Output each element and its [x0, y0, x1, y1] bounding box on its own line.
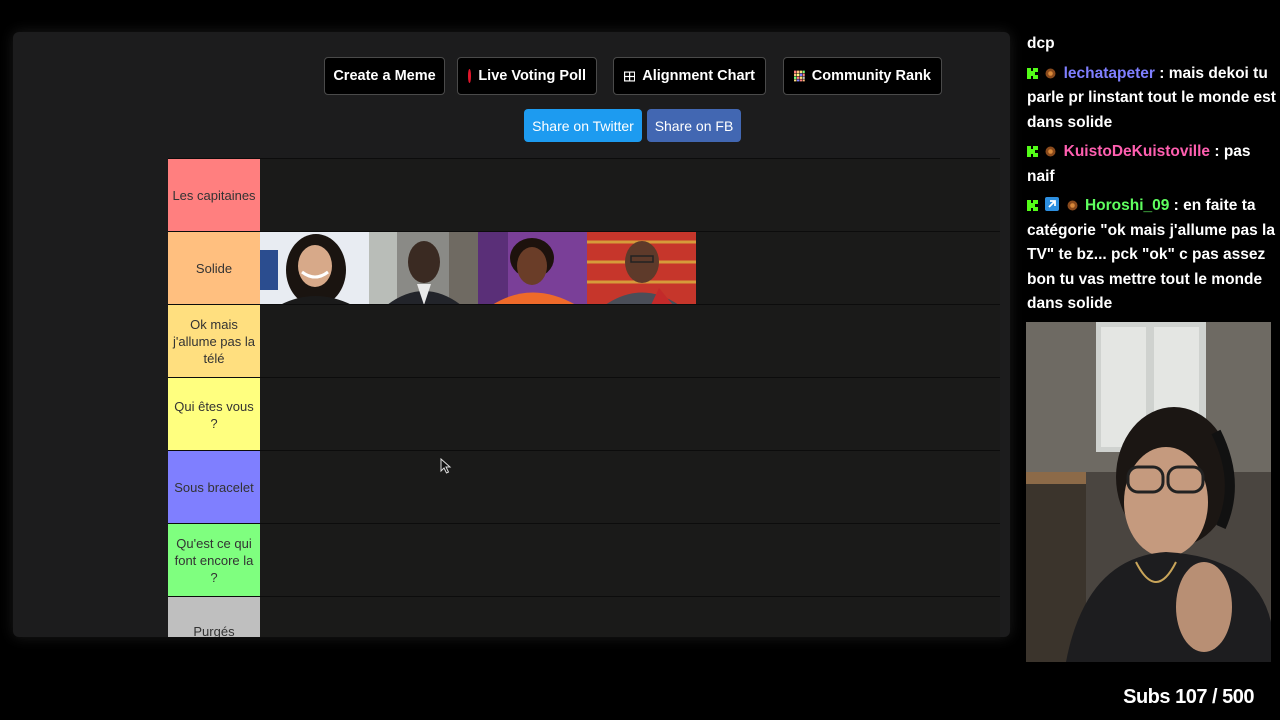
chat-message: dcp: [1027, 32, 1277, 57]
tier-row: Les capitaines: [168, 158, 1000, 232]
chat-message: Horoshi_09 : en faite ta catégorie "ok m…: [1027, 194, 1277, 317]
portrait-card[interactable]: [260, 232, 369, 305]
tier-row: Sous bracelet: [168, 450, 1000, 524]
chat-message: KuistoDeKuistoville : pas naif: [1027, 140, 1277, 189]
webcam-image: [1026, 322, 1271, 662]
mouse-cursor-icon: [440, 458, 452, 474]
tier-label[interactable]: Qui êtes vous ?: [168, 378, 260, 451]
chat-message-text: dcp: [1027, 35, 1055, 52]
create-meme-button[interactable]: Create a Meme: [324, 57, 445, 95]
kick-badge-icon: [1027, 67, 1038, 79]
kick-badge-icon: [1027, 146, 1038, 157]
tier-grid-icon: [794, 70, 805, 82]
tier-row: Qui êtes vous ?: [168, 377, 1000, 451]
create-meme-label: Create a Meme: [333, 68, 436, 84]
tier-label[interactable]: Ok mais j'allume pas la télé: [168, 305, 260, 378]
tier-drop-zone[interactable]: [260, 597, 1000, 637]
tier-label[interactable]: Purgés: [168, 597, 260, 637]
chat-message: lechatapeter : mais dekoi tu parle pr li…: [1027, 62, 1277, 136]
share-facebook-label: Share on FB: [654, 117, 734, 134]
share-twitter-button[interactable]: Share on Twitter: [524, 109, 642, 142]
alignment-chart-button[interactable]: Alignment Chart: [613, 57, 766, 95]
webcam-feed: [1026, 322, 1271, 662]
portrait-image: [369, 232, 478, 305]
share-twitter-label: Share on Twitter: [532, 117, 634, 134]
tier-drop-zone[interactable]: [260, 305, 1000, 378]
tier-row: Purgés: [168, 596, 1000, 637]
tier-list-page: Create a Meme Live Voting Poll Alignment…: [13, 32, 1010, 637]
tier-row: Ok mais j'allume pas la télé: [168, 304, 1000, 378]
stream-layout: Create a Meme Live Voting Poll Alignment…: [0, 0, 1280, 720]
tier-drop-zone[interactable]: [260, 159, 1000, 232]
live-voting-poll-button[interactable]: Live Voting Poll: [457, 57, 597, 95]
portrait-image: [260, 232, 369, 305]
tier-row: Qu'est ce qui font encore la ?: [168, 523, 1000, 597]
tier-drop-zone[interactable]: [260, 378, 1000, 451]
portrait-card[interactable]: [587, 232, 696, 305]
community-rank-button[interactable]: Community Rank: [783, 57, 942, 95]
subscriber-badge-icon: [1045, 146, 1056, 157]
arrow-badge-icon: [1045, 197, 1060, 211]
subs-goal-counter: Subs 107 / 500: [1123, 686, 1254, 708]
portrait-card[interactable]: [478, 232, 587, 305]
tier-label[interactable]: Solide: [168, 232, 260, 305]
red-dot-icon: [468, 69, 472, 83]
tier-drop-zone[interactable]: [260, 451, 1000, 524]
portrait-image: [587, 232, 696, 305]
chat-message-text: : en faite ta catégorie "ok mais j'allum…: [1027, 197, 1275, 312]
chat-username[interactable]: Horoshi_09: [1085, 197, 1169, 214]
chat-username[interactable]: lechatapeter: [1064, 65, 1155, 82]
subscriber-badge-icon: [1067, 200, 1078, 211]
portrait-card[interactable]: [369, 232, 478, 305]
subscriber-badge-icon: [1045, 68, 1056, 78]
tier-drop-zone[interactable]: [260, 232, 1000, 305]
live-voting-poll-label: Live Voting Poll: [478, 68, 586, 84]
tier-row: Solide: [168, 231, 1000, 305]
tier-label[interactable]: Qu'est ce qui font encore la ?: [168, 524, 260, 597]
portrait-image: [478, 232, 587, 305]
tier-drop-zone[interactable]: [260, 524, 1000, 597]
community-rank-label: Community Rank: [811, 68, 931, 84]
chat-panel: dcp lechatapeter : mais dekoi tu parle p…: [1027, 32, 1277, 322]
alignment-chart-label: Alignment Chart: [642, 68, 755, 84]
kick-badge-icon: [1027, 200, 1038, 211]
grid-icon: [624, 70, 636, 82]
chat-username[interactable]: KuistoDeKuistoville: [1064, 143, 1210, 160]
share-facebook-button[interactable]: Share on FB: [647, 109, 741, 142]
tier-list: Les capitaines Solide Ok mais j'allume p…: [168, 158, 1000, 637]
tier-label[interactable]: Les capitaines: [168, 159, 260, 232]
tier-label[interactable]: Sous bracelet: [168, 451, 260, 524]
